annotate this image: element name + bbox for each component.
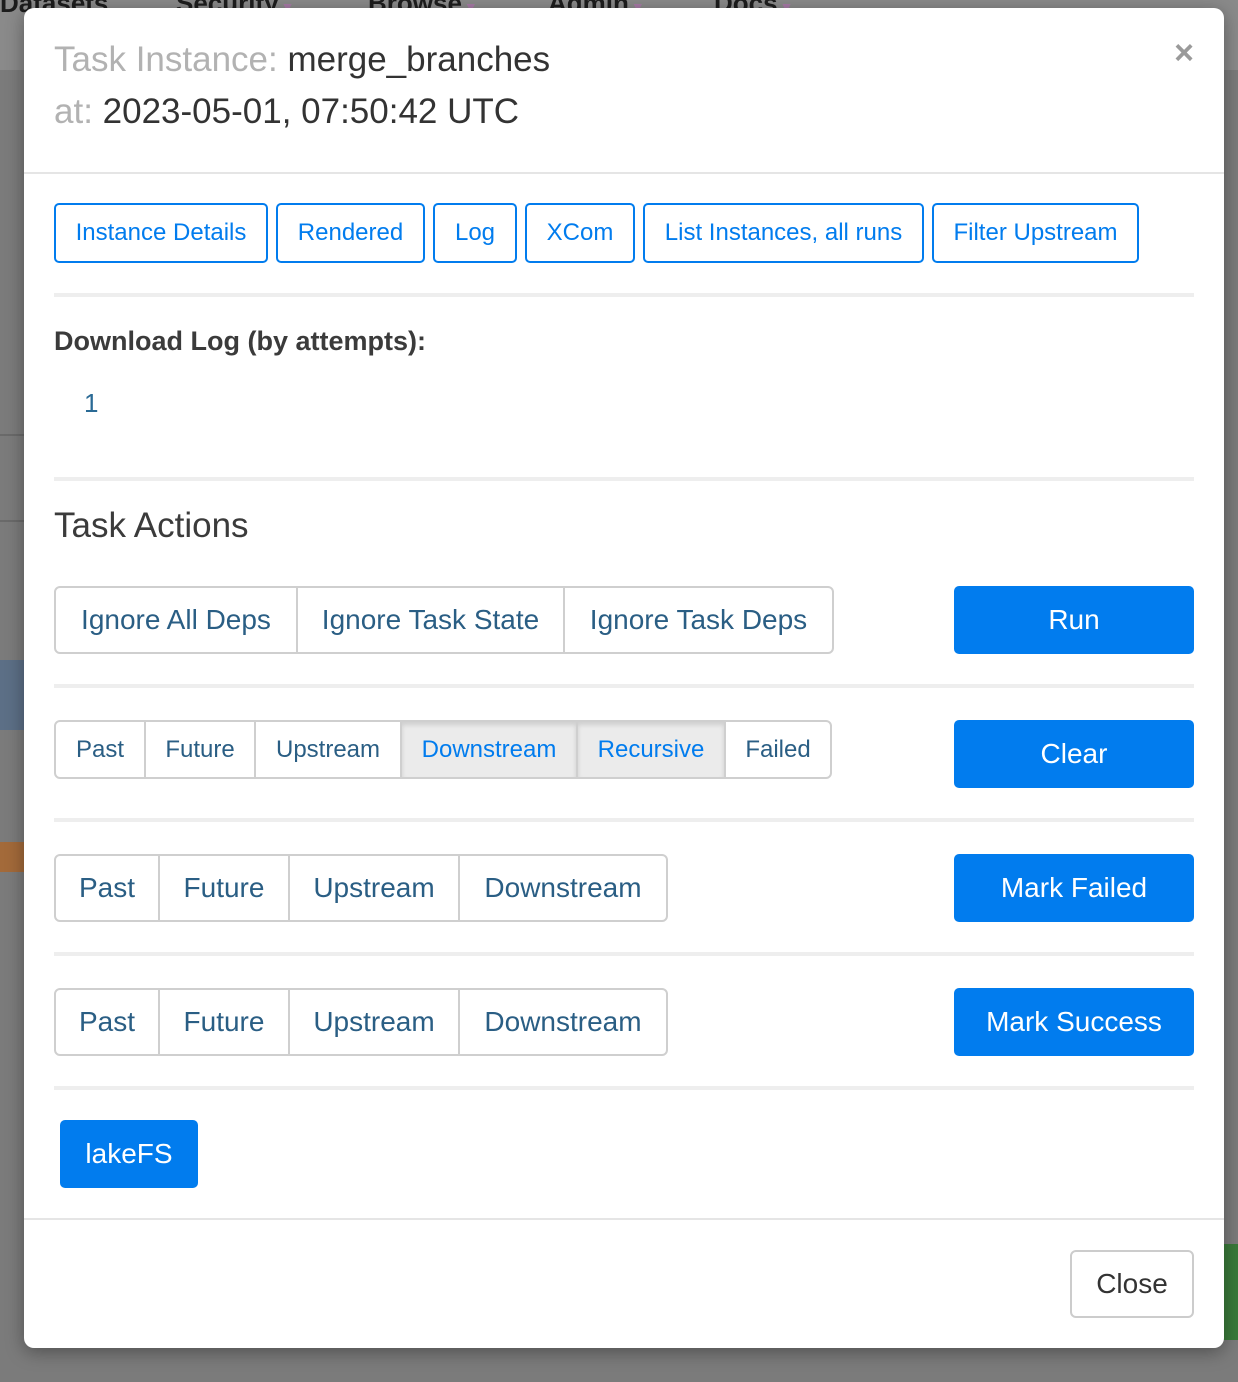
divider <box>54 293 1194 297</box>
clear-button[interactable]: Clear <box>954 720 1194 788</box>
success-past-toggle[interactable]: Past <box>56 990 160 1054</box>
failed-downstream-toggle[interactable]: Downstream <box>460 856 666 920</box>
task-id: merge_branches <box>287 40 551 79</box>
mark-failed-options-group: Past Future Upstream Downstream <box>54 854 668 922</box>
download-log-title: Download Log (by attempts): <box>54 326 426 356</box>
failed-future-toggle[interactable]: Future <box>160 856 290 920</box>
download-attempt-link[interactable]: 1 <box>84 388 98 419</box>
clear-failed-toggle[interactable]: Failed <box>726 722 830 777</box>
ignore-task-state-toggle[interactable]: Ignore Task State <box>298 588 565 652</box>
filter-upstream-button[interactable]: Filter Upstream <box>932 203 1139 263</box>
mark-failed-button[interactable]: Mark Failed <box>954 854 1194 922</box>
modal-title: Task Instance: merge_branches <box>54 40 550 80</box>
task-instance-modal: Task Instance: merge_branches at: 2023-0… <box>24 8 1224 1348</box>
background-divider <box>0 434 24 436</box>
clear-past-toggle[interactable]: Past <box>56 722 146 777</box>
task-actions-title: Task Actions <box>54 506 249 545</box>
clear-future-toggle[interactable]: Future <box>146 722 256 777</box>
background-divider <box>0 520 24 522</box>
title-prefix: Task Instance: <box>54 40 278 79</box>
clear-downstream-toggle[interactable]: Downstream <box>402 722 578 777</box>
divider <box>54 684 1194 688</box>
lakefs-link-button[interactable]: lakeFS <box>60 1120 198 1188</box>
execution-time: 2023-05-01, 07:50:42 UTC <box>102 92 520 131</box>
run-options-group: Ignore All Deps Ignore Task State Ignore… <box>54 586 834 654</box>
close-button[interactable]: Close <box>1070 1250 1194 1318</box>
at-prefix: at: <box>54 92 93 131</box>
modal-footer-divider <box>24 1218 1224 1220</box>
instance-details-button[interactable]: Instance Details <box>54 203 268 263</box>
background-panel <box>0 660 24 730</box>
modal-subtitle: at: 2023-05-01, 07:50:42 UTC <box>54 92 519 132</box>
background-badge <box>0 842 24 872</box>
clear-recursive-toggle[interactable]: Recursive <box>578 722 726 777</box>
run-button[interactable]: Run <box>954 586 1194 654</box>
failed-past-toggle[interactable]: Past <box>56 856 160 920</box>
divider <box>54 1086 1194 1090</box>
divider <box>54 952 1194 956</box>
clear-options-group: Past Future Upstream Downstream Recursiv… <box>54 720 832 779</box>
failed-upstream-toggle[interactable]: Upstream <box>290 856 460 920</box>
clear-upstream-toggle[interactable]: Upstream <box>256 722 402 777</box>
divider <box>54 477 1194 481</box>
close-icon[interactable]: × <box>1174 36 1194 70</box>
success-upstream-toggle[interactable]: Upstream <box>290 990 460 1054</box>
xcom-button[interactable]: XCom <box>525 203 635 263</box>
list-instances-button[interactable]: List Instances, all runs <box>643 203 924 263</box>
background-node <box>1224 1244 1238 1340</box>
ignore-all-deps-toggle[interactable]: Ignore All Deps <box>56 588 298 652</box>
rendered-button[interactable]: Rendered <box>276 203 425 263</box>
divider <box>54 818 1194 822</box>
ignore-task-deps-toggle[interactable]: Ignore Task Deps <box>565 588 832 652</box>
success-downstream-toggle[interactable]: Downstream <box>460 990 666 1054</box>
mark-success-button[interactable]: Mark Success <box>954 988 1194 1056</box>
modal-header: Task Instance: merge_branches at: 2023-0… <box>24 8 1224 174</box>
log-button[interactable]: Log <box>433 203 517 263</box>
task-links-row: Instance Details Rendered Log XCom List … <box>54 203 1139 263</box>
success-future-toggle[interactable]: Future <box>160 990 290 1054</box>
mark-success-options-group: Past Future Upstream Downstream <box>54 988 668 1056</box>
